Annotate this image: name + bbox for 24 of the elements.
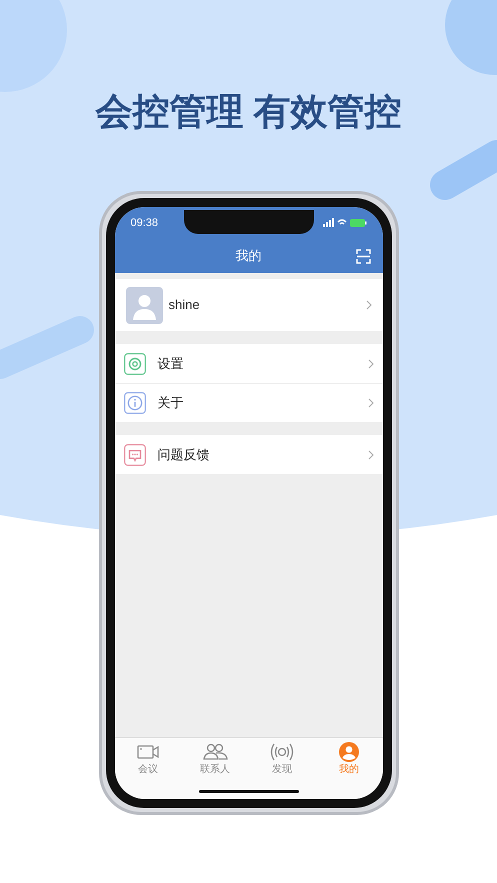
- headline: 会控管理 有效管控: [95, 90, 402, 134]
- chevron-icon: [368, 450, 374, 460]
- menu-item[interactable]: 问题反馈: [114, 435, 382, 474]
- decorative-stripe: [430, 140, 497, 200]
- person-icon: [336, 741, 362, 763]
- chevron-icon: [368, 358, 374, 368]
- user-name: shine: [168, 296, 201, 314]
- chevron-icon: [366, 300, 372, 310]
- menu-label: 关于: [158, 394, 184, 412]
- status-time: 09:38: [130, 216, 158, 231]
- status-icons: [322, 218, 366, 228]
- broadcast-icon: [269, 741, 295, 763]
- chevron-icon: [368, 398, 374, 408]
- menu-item[interactable]: 设置: [114, 344, 382, 383]
- menu-label: 设置: [158, 354, 184, 373]
- gear-icon: [124, 352, 146, 374]
- avatar-icon: [126, 286, 162, 324]
- menu-label: 问题反馈: [158, 446, 210, 464]
- profile-row[interactable]: shine: [114, 279, 382, 331]
- info-icon: [124, 392, 146, 414]
- message-icon: [124, 444, 146, 466]
- menu-item[interactable]: 关于: [114, 383, 382, 422]
- scan-icon[interactable]: [356, 248, 370, 264]
- page-title: 我的: [236, 247, 262, 266]
